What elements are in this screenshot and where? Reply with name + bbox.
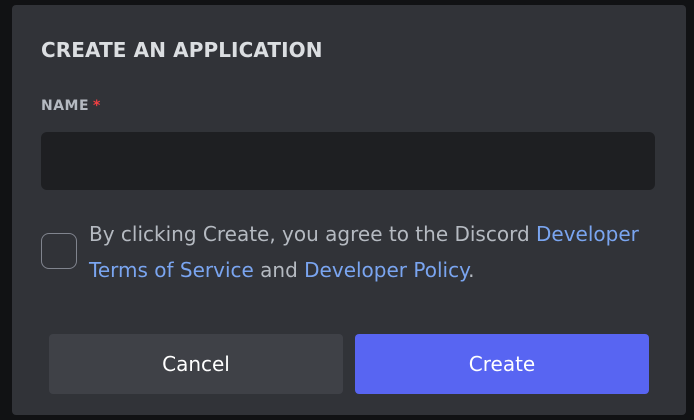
agreement-text: By clicking Create, you agree to the Dis… xyxy=(89,216,663,288)
create-application-modal: CREATE AN APPLICATION NAME * By clicking … xyxy=(12,5,686,415)
create-button[interactable]: Create xyxy=(355,334,649,394)
agreement-text-middle: and xyxy=(253,258,305,282)
agree-terms-checkbox[interactable] xyxy=(41,233,77,269)
developer-policy-link[interactable]: Developer Policy xyxy=(304,258,468,282)
application-name-input[interactable] xyxy=(41,132,655,190)
name-field-label: NAME * xyxy=(41,98,101,114)
modal-title: CREATE AN APPLICATION xyxy=(41,38,323,62)
cancel-button[interactable]: Cancel xyxy=(49,334,343,394)
agreement-text-before: By clicking Create, you agree to the Dis… xyxy=(89,222,537,246)
name-label-text: NAME xyxy=(41,98,90,114)
agreement-text-after: . xyxy=(468,258,475,282)
required-marker: * xyxy=(93,98,101,114)
